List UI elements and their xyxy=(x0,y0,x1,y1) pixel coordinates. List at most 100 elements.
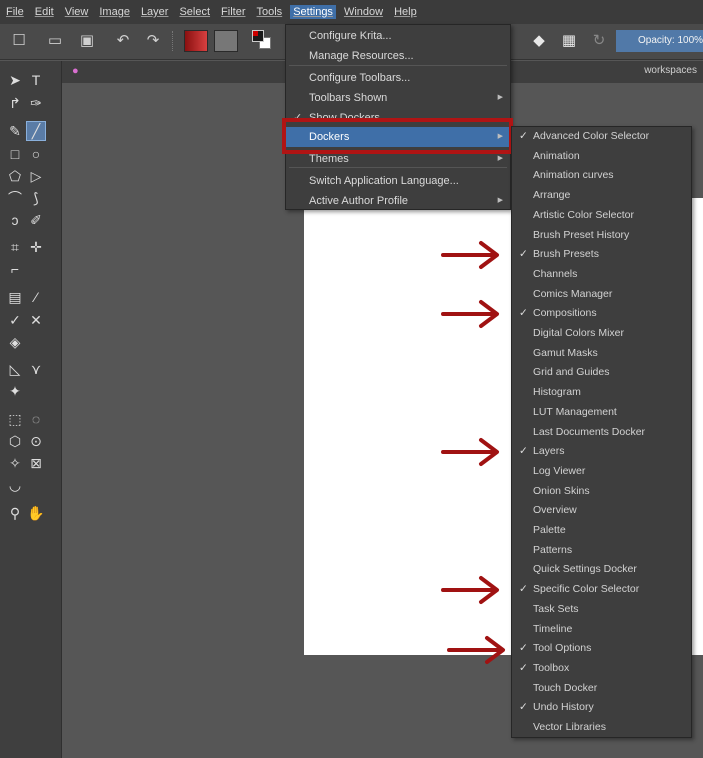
open-folder-icon[interactable]: ▭ xyxy=(46,32,64,50)
docker-item-label: Palette xyxy=(533,524,566,536)
menu-help[interactable]: Help xyxy=(394,5,417,19)
docker-item-compositions[interactable]: ✓ Compositions xyxy=(512,304,691,324)
gradient-swatch[interactable] xyxy=(184,30,208,52)
docker-item-grid-and-guides[interactable]: Grid and Guides xyxy=(512,363,691,383)
menu-image[interactable]: Image xyxy=(99,5,130,19)
ellipse-tool-icon[interactable]: ○ xyxy=(27,145,45,163)
krita-document-icon[interactable]: ● xyxy=(72,65,84,77)
pan-tool-icon[interactable]: ✋ xyxy=(27,504,45,522)
menu-edit[interactable]: Edit xyxy=(35,5,54,19)
calligraphy-tool-icon[interactable]: ✑ xyxy=(27,94,45,112)
save-icon[interactable]: ▣ xyxy=(78,32,96,50)
docker-item-animation[interactable]: Animation xyxy=(512,147,691,167)
settings-item-configure-krita[interactable]: Configure Krita... xyxy=(286,26,510,46)
redo-icon[interactable]: ↷ xyxy=(144,32,162,50)
menu-file[interactable]: File xyxy=(6,5,24,19)
bezier-selection-tool-icon[interactable]: ◡ xyxy=(6,476,24,494)
polygon-tool-icon[interactable]: ⬠ xyxy=(6,167,24,185)
docker-item-arrange[interactable]: Arrange xyxy=(512,186,691,206)
crop-tool-icon[interactable]: ⌗ xyxy=(6,238,24,256)
docker-item-log-viewer[interactable]: Log Viewer xyxy=(512,462,691,482)
workspaces-label[interactable]: workspaces xyxy=(644,65,697,76)
smart-patch-tool-icon[interactable]: ✓ xyxy=(6,311,24,329)
settings-item-switch-application-language[interactable]: Switch Application Language... xyxy=(286,171,510,191)
docker-item-comics-manager[interactable]: Comics Manager xyxy=(512,285,691,305)
fill-tool-icon[interactable]: ◈ xyxy=(6,333,24,351)
new-document-icon[interactable]: ☐ xyxy=(10,32,28,50)
docker-item-overview[interactable]: Overview xyxy=(512,501,691,521)
freehand-brush-tool-icon[interactable]: ✎ xyxy=(6,122,24,140)
docker-item-animation-curves[interactable]: Animation curves xyxy=(512,166,691,186)
polygonal-selection-tool-icon[interactable]: ⬡ xyxy=(6,432,24,450)
docker-item-timeline[interactable]: Timeline xyxy=(512,620,691,640)
docker-item-onion-skins[interactable]: Onion Skins xyxy=(512,482,691,502)
opacity-slider[interactable]: Opacity: 100% xyxy=(616,30,703,52)
contiguous-selection-tool-icon[interactable]: ✧ xyxy=(6,454,24,472)
pattern-swatch[interactable] xyxy=(214,30,238,52)
docker-item-channels[interactable]: Channels xyxy=(512,265,691,285)
edit-shapes-tool-icon[interactable]: ↱ xyxy=(6,94,24,112)
docker-item-tool-options[interactable]: ✓ Tool Options xyxy=(512,639,691,659)
docker-item-quick-settings-docker[interactable]: Quick Settings Docker xyxy=(512,560,691,580)
multibrush-tool-icon[interactable]: ✐ xyxy=(27,211,45,229)
zoom-tool-icon[interactable]: ⚲ xyxy=(6,504,24,522)
elliptical-selection-tool-icon[interactable]: ◌ xyxy=(27,410,45,428)
docker-item-last-documents-docker[interactable]: Last Documents Docker xyxy=(512,423,691,443)
bezier-curve-tool-icon[interactable]: ⌒ xyxy=(6,189,24,207)
docker-item-label: Undo History xyxy=(533,701,594,714)
docker-item-palette[interactable]: Palette xyxy=(512,521,691,541)
colorize-mask-tool-icon[interactable]: ✕ xyxy=(27,311,45,329)
similar-color-selection-tool-icon[interactable]: ⊠ xyxy=(27,454,45,472)
rectangular-selection-tool-icon[interactable]: ⬚ xyxy=(6,410,24,428)
reference-images-tool-icon[interactable]: ✦ xyxy=(6,382,24,400)
docker-item-specific-color-selector[interactable]: ✓ Specific Color Selector xyxy=(512,580,691,600)
measure-tool-icon[interactable]: ⋎ xyxy=(27,360,45,378)
docker-item-patterns[interactable]: Patterns xyxy=(512,541,691,561)
docker-item-task-sets[interactable]: Task Sets xyxy=(512,600,691,620)
settings-item-label: Active Author Profile xyxy=(309,195,409,207)
settings-item-toolbars-shown[interactable]: Toolbars Shown ▶ xyxy=(286,88,510,108)
line-tool-icon[interactable]: ╱ xyxy=(26,121,46,141)
docker-item-vector-libraries[interactable]: Vector Libraries xyxy=(512,718,691,738)
text-tool-icon[interactable]: T xyxy=(27,71,45,89)
menu-layer[interactable]: Layer xyxy=(141,5,169,19)
menu-select[interactable]: Select xyxy=(179,5,210,19)
eraser-mode-icon[interactable]: ◆ xyxy=(530,32,548,50)
settings-item-configure-toolbars[interactable]: Configure Toolbars... xyxy=(286,68,510,88)
settings-item-manage-resources[interactable]: Manage Resources... xyxy=(286,46,510,66)
select-shapes-tool-icon[interactable]: ➤ xyxy=(6,71,24,89)
polyline-tool-icon[interactable]: ▷ xyxy=(27,167,45,185)
menu-tools[interactable]: Tools xyxy=(257,5,283,19)
docker-item-touch-docker[interactable]: Touch Docker xyxy=(512,679,691,699)
rectangle-tool-icon[interactable]: □ xyxy=(6,145,24,163)
assistant-tool-icon[interactable]: ◺ xyxy=(6,360,24,378)
freehand-path-tool-icon[interactable]: ⟆ xyxy=(27,189,45,207)
menu-settings[interactable]: Settings xyxy=(290,5,336,19)
docker-item-advanced-color-selector[interactable]: ✓ Advanced Color Selector xyxy=(512,127,691,147)
undo-icon[interactable]: ↶ xyxy=(114,32,132,50)
docker-item-toolbox[interactable]: ✓ Toolbox xyxy=(512,659,691,679)
menu-view[interactable]: View xyxy=(65,5,89,19)
settings-item-active-author-profile[interactable]: Active Author Profile ▶ xyxy=(286,191,510,211)
menu-window[interactable]: Window xyxy=(344,5,383,19)
docker-item-gamut-masks[interactable]: Gamut Masks xyxy=(512,344,691,364)
dynamic-brush-tool-icon[interactable]: ↄ xyxy=(6,211,24,229)
transform-tool-icon[interactable]: ⌐ xyxy=(6,260,24,278)
docker-item-brush-presets[interactable]: ✓ Brush Presets xyxy=(512,245,691,265)
docker-item-artistic-color-selector[interactable]: Artistic Color Selector xyxy=(512,206,691,226)
docker-item-lut-management[interactable]: LUT Management xyxy=(512,403,691,423)
freehand-selection-tool-icon[interactable]: ⊙ xyxy=(27,432,45,450)
gradient-tool-icon[interactable]: ▤ xyxy=(6,288,24,306)
reload-preset-icon[interactable]: ↻ xyxy=(590,32,608,50)
foreground-background-color-icon[interactable] xyxy=(252,30,272,50)
docker-item-histogram[interactable]: Histogram xyxy=(512,383,691,403)
docker-item-brush-preset-history[interactable]: Brush Preset History xyxy=(512,226,691,246)
docker-item-undo-history[interactable]: ✓ Undo History xyxy=(512,698,691,718)
docker-item-layers[interactable]: ✓ Layers xyxy=(512,442,691,462)
menu-filter[interactable]: Filter xyxy=(221,5,245,19)
docker-item-digital-colors-mixer[interactable]: Digital Colors Mixer xyxy=(512,324,691,344)
annotation-arrow-compositions xyxy=(441,299,503,329)
color-picker-tool-icon[interactable]: ⁄ xyxy=(27,288,45,306)
preserve-alpha-icon[interactable]: ▦ xyxy=(560,32,578,50)
move-tool-icon[interactable]: ✛ xyxy=(27,238,45,256)
